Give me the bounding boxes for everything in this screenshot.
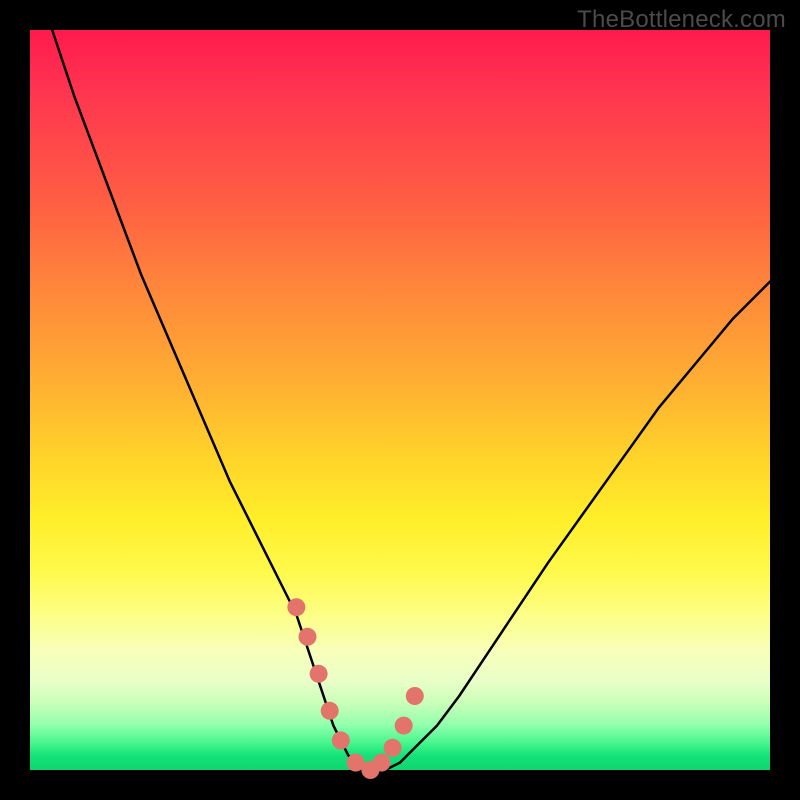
bottleneck-curve-path <box>52 30 770 770</box>
bottleneck-marker <box>406 687 424 705</box>
plot-area <box>30 30 770 770</box>
bottleneck-marker <box>287 598 305 616</box>
bottleneck-marker <box>332 731 350 749</box>
bottleneck-marker <box>373 754 391 772</box>
bottleneck-marker <box>395 717 413 735</box>
chart-frame: TheBottleneck.com <box>0 0 800 800</box>
bottleneck-marker-group <box>287 598 423 779</box>
bottleneck-marker <box>321 702 339 720</box>
bottleneck-marker <box>384 739 402 757</box>
bottleneck-curve-svg <box>30 30 770 770</box>
bottleneck-marker <box>299 628 317 646</box>
bottleneck-marker <box>310 665 328 683</box>
